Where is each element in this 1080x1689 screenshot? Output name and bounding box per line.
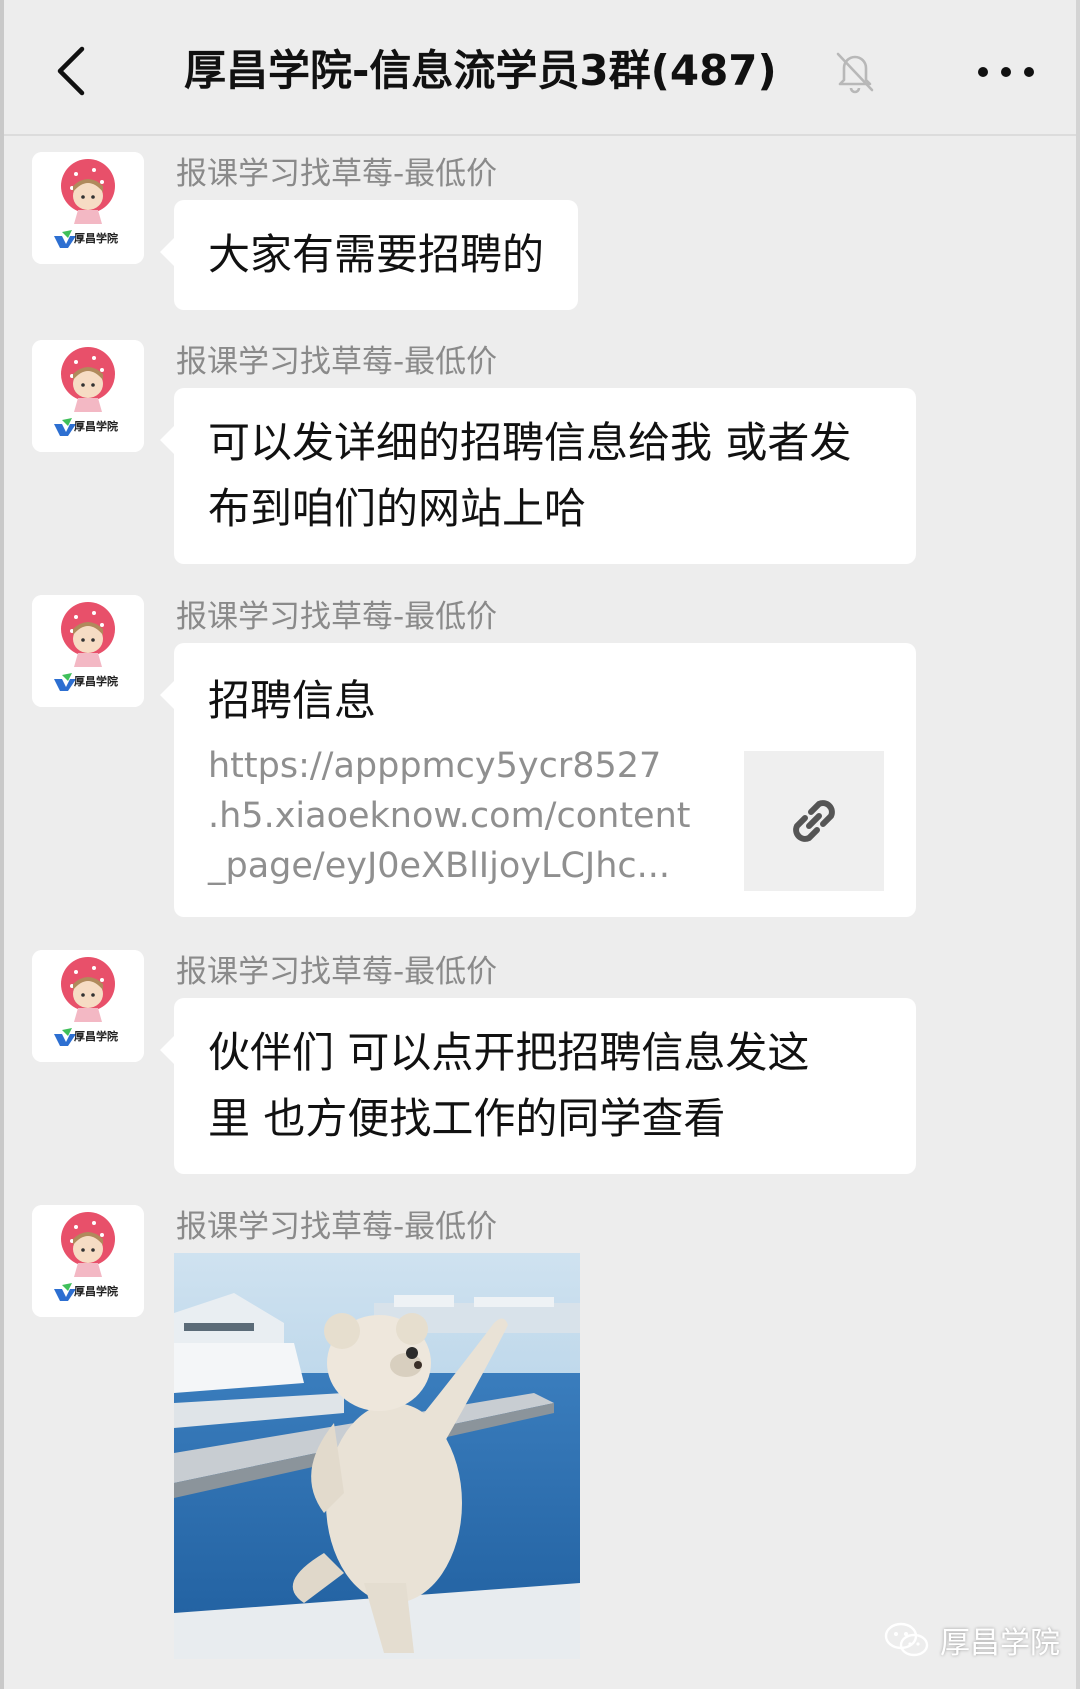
message-item: 厚昌学院 报课学习找草莓-最低价 [4, 1205, 1076, 1665]
watermark: 厚昌学院 [884, 1610, 1060, 1670]
avatar-caption: 厚昌学院 [74, 1285, 118, 1298]
link-icon [793, 800, 835, 842]
wechat-icon [884, 1622, 929, 1657]
sender-name: 报课学习找草莓-最低价 [176, 599, 498, 635]
frame-right-edge [1076, 0, 1080, 1689]
dancing-bear-sticker[interactable] [174, 1253, 580, 1659]
message-bubble[interactable]: 伙伴们 可以点开把招聘信息发这 里 也方便找工作的同学查看 [160, 998, 916, 1174]
chevron-left-icon [57, 46, 85, 96]
chat-title: 厚昌学院-信息流学员3群(487) [184, 46, 777, 95]
avatar-caption: 厚昌学院 [74, 675, 118, 688]
avatar[interactable]: 厚昌学院 [32, 152, 144, 264]
sender-name: 报课学习找草莓-最低价 [176, 1209, 498, 1245]
link-url-line: https://apppmcy5ycr8527 [208, 746, 662, 786]
message-item: 厚昌学院 报课学习找草莓-最低价 可以发详细的招聘信息给我 或者发 布到咱们的网… [4, 340, 1076, 570]
sender-name: 报课学习找草莓-最低价 [176, 344, 498, 380]
link-url-line: _page/eyJ0eXBlIjoyLCJhc... [208, 846, 671, 886]
message-item: 厚昌学院 报课学习找草莓-最低价 伙伴们 可以点开把招聘信息发这 里 也方便找工… [4, 950, 1076, 1180]
watermark-text: 厚昌学院 [940, 1626, 1060, 1661]
link-title: 招聘信息 [208, 676, 377, 725]
avatar[interactable]: 厚昌学院 [32, 950, 144, 1062]
link-card[interactable]: 招聘信息 https://apppmcy5ycr8527 .h5.xiaoekn… [160, 643, 916, 917]
message-item: 厚昌学院 报课学习找草莓-最低价 大家有需要招聘的 [4, 152, 1076, 312]
chat-header: 厚昌学院-信息流学员3群(487) [4, 0, 1076, 136]
message-bubble[interactable]: 大家有需要招聘的 [159, 200, 579, 310]
message-item: 厚昌学院 报课学习找草莓-最低价 招聘信息 https://apppmcy5yc… [4, 595, 1076, 925]
avatar[interactable]: 厚昌学院 [32, 1205, 144, 1317]
back-button[interactable] [40, 36, 100, 106]
sender-name: 报课学习找草莓-最低价 [176, 954, 498, 990]
link-url-line: .h5.xiaoeknow.com/content [208, 796, 691, 836]
more-options-button[interactable] [966, 50, 1046, 94]
message-text: 大家有需要招聘的 [208, 230, 545, 279]
link-url: https://apppmcy5ycr8527 .h5.xiaoeknow.co… [208, 741, 691, 891]
message-bubble[interactable]: 可以发详细的招聘信息给我 或者发 布到咱们的网站上哈 [160, 388, 916, 564]
avatar-caption: 厚昌学院 [74, 1030, 118, 1043]
message-text: 可以发详细的招聘信息给我 或者发 [208, 418, 852, 467]
message-text: 布到咱们的网站上哈 [208, 484, 587, 533]
message-text: 伙伴们 可以点开把招聘信息发这 [208, 1028, 810, 1077]
avatar-caption: 厚昌学院 [74, 420, 118, 433]
avatar-caption: 厚昌学院 [74, 232, 118, 245]
link-thumbnail [744, 751, 884, 891]
avatar[interactable]: 厚昌学院 [32, 340, 144, 452]
bell-off-icon [832, 48, 878, 94]
sender-name: 报课学习找草莓-最低价 [176, 156, 498, 192]
avatar[interactable]: 厚昌学院 [32, 595, 144, 707]
message-text: 里 也方便找工作的同学查看 [208, 1094, 726, 1143]
more-dots-icon [978, 67, 1034, 77]
